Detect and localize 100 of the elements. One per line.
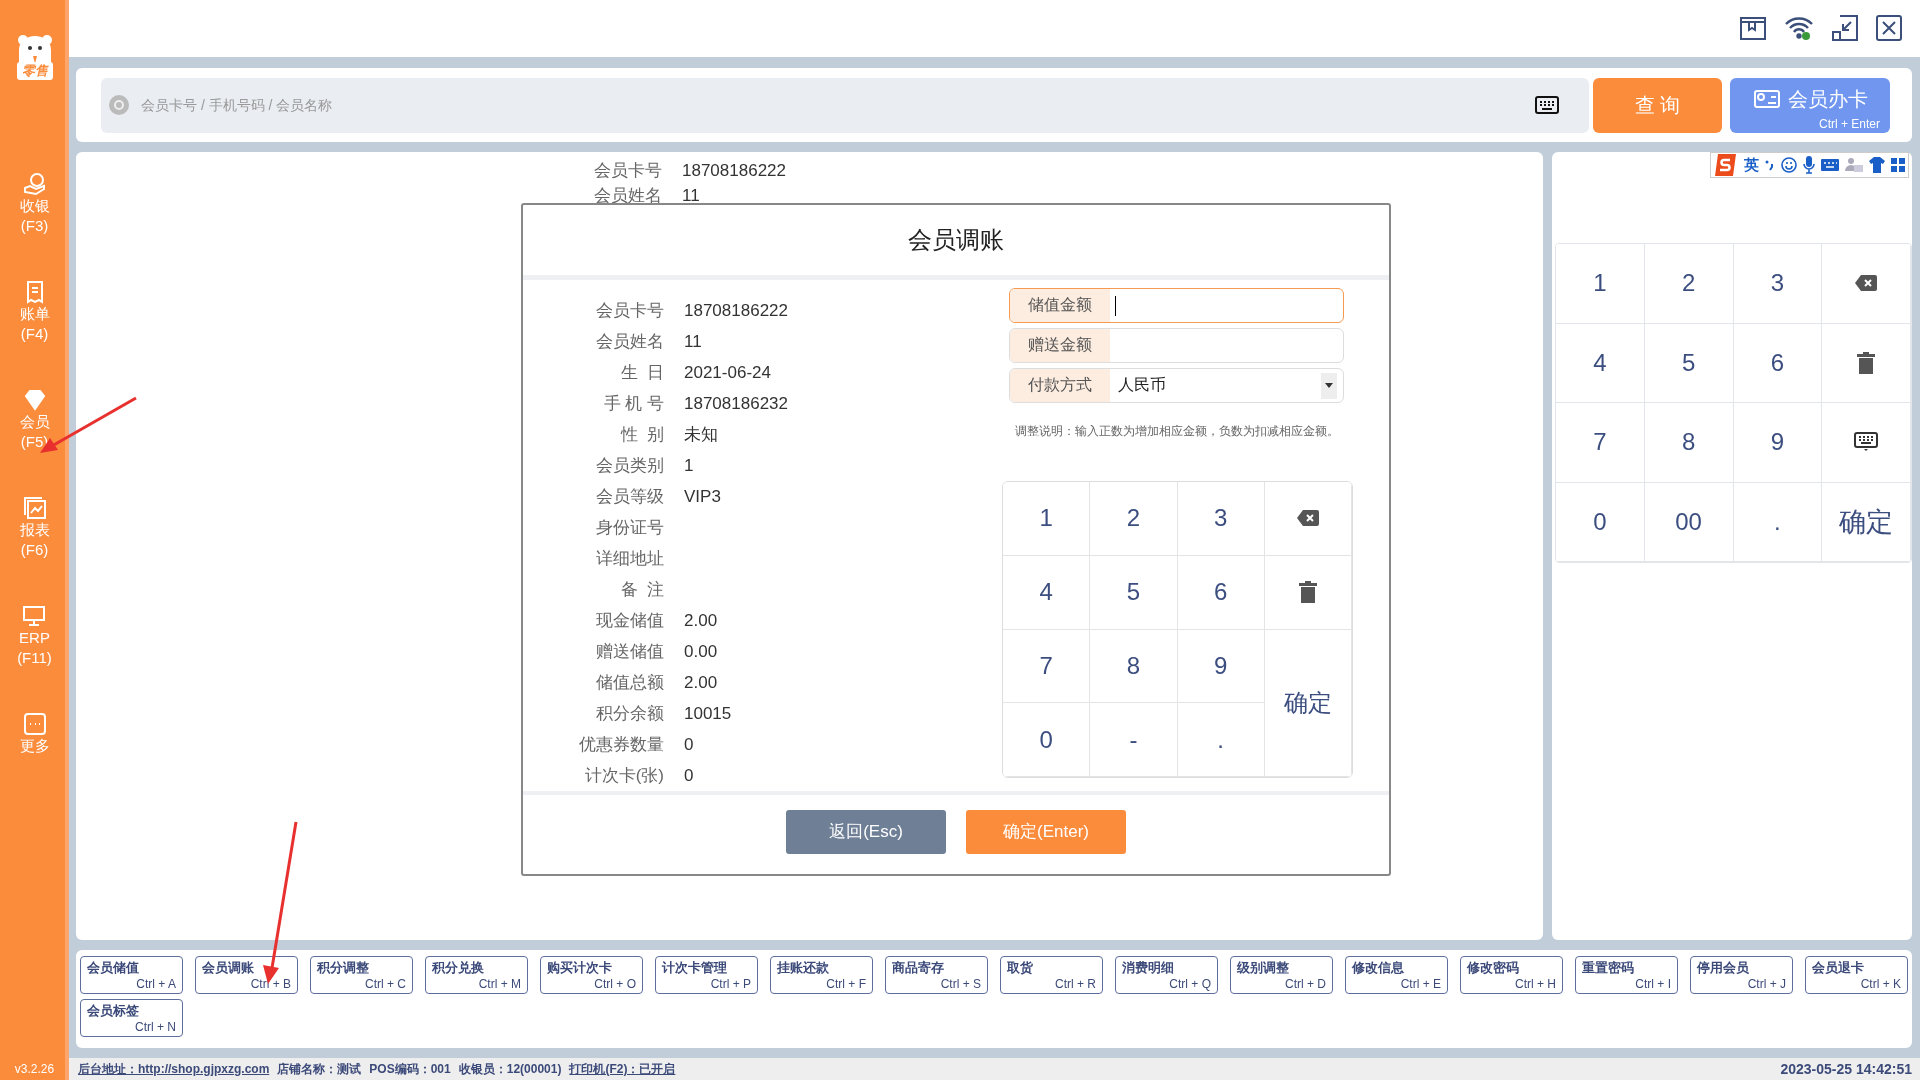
field-label: 会员姓名	[595, 331, 664, 353]
nav-label: 报表	[19, 520, 50, 540]
number-key[interactable]: 1	[1003, 482, 1091, 556]
search-bar[interactable]: 会员卡号 / 手机号码 / 会员名称	[101, 77, 1589, 133]
smiley-icon[interactable]	[1781, 157, 1797, 173]
restore-icon[interactable]	[1832, 14, 1858, 41]
field-label: 性 别	[619, 424, 664, 446]
backspace-key[interactable]	[1822, 244, 1911, 324]
gem-icon	[22, 388, 47, 412]
status-text: POS编码：001	[369, 1060, 451, 1078]
field-label: 会员类别	[595, 455, 664, 477]
punctuation-icon[interactable]	[1765, 158, 1775, 172]
keyboard-icon[interactable]	[1535, 96, 1559, 114]
grid-icon[interactable]	[1891, 158, 1905, 172]
datetime: 2023-05-25 14:42:51	[1780, 1061, 1912, 1077]
wifi-icon[interactable]	[1784, 14, 1814, 41]
ime-mode[interactable]: 英	[1744, 155, 1759, 175]
number-key[interactable]: 00	[1644, 482, 1734, 562]
number-key[interactable]: 6	[1177, 555, 1265, 630]
shortcut-button[interactable]: 消费明细 Ctrl + Q	[1115, 956, 1218, 994]
number-key[interactable]: 8	[1644, 403, 1734, 483]
backspace-key[interactable]	[1264, 482, 1352, 556]
shortcut-button[interactable]: 计次卡管理 Ctrl + P	[655, 956, 758, 994]
shirt-icon[interactable]	[1869, 157, 1885, 173]
store-icon[interactable]	[1740, 14, 1766, 41]
field-label: 生 日	[619, 362, 664, 384]
number-key[interactable]: 4	[1556, 323, 1645, 403]
number-key[interactable]: 0	[1003, 703, 1091, 777]
shortcut-button[interactable]: 取货 Ctrl + R	[1000, 956, 1103, 994]
number-key[interactable]: .	[1733, 482, 1823, 562]
shortcut-button[interactable]: 会员标签 Ctrl + N	[80, 999, 183, 1037]
keyboard-icon	[1854, 432, 1879, 453]
field-label: 身份证号	[595, 517, 664, 539]
number-key[interactable]: 6	[1733, 323, 1823, 403]
more-icon	[22, 712, 47, 736]
keyboard-key[interactable]	[1822, 403, 1911, 483]
number-key[interactable]: 8	[1090, 629, 1178, 704]
search-icon	[109, 95, 129, 115]
shortcut-button[interactable]: 商品寄存 Ctrl + S	[885, 956, 988, 994]
ime-logo-icon[interactable]	[1714, 154, 1738, 176]
number-key[interactable]: 1	[1556, 244, 1645, 324]
shortcut-button[interactable]: 级别调整 Ctrl + D	[1230, 956, 1333, 994]
trash-icon	[1857, 351, 1876, 374]
status-text: 店铺名称：测试	[277, 1060, 362, 1078]
field-value: 2021-06-24	[684, 362, 772, 384]
field-value: 1	[684, 455, 695, 477]
number-key[interactable]: 7	[1556, 403, 1645, 483]
clear-key[interactable]	[1264, 555, 1352, 630]
shortcut-button[interactable]: 重置密码 Ctrl + I	[1575, 956, 1678, 994]
field-label: 手 机 号	[602, 393, 664, 415]
shortcut-button[interactable]: 停用会员 Ctrl + J	[1690, 956, 1793, 994]
shortcut-button[interactable]: 修改信息 Ctrl + E	[1345, 956, 1448, 994]
field-value: 0	[684, 765, 695, 787]
number-key[interactable]: 2	[1644, 244, 1734, 324]
number-key[interactable]: 9	[1733, 403, 1823, 483]
field-label: 计次卡(张)	[583, 765, 664, 787]
number-key[interactable]: .	[1177, 703, 1265, 777]
shortcut-button[interactable]: 挂账还款 Ctrl + F	[770, 956, 873, 994]
nav-shortcut: (F3)	[20, 216, 49, 236]
shortcut-button[interactable]: 购买计次卡 Ctrl + O	[540, 956, 643, 994]
number-key[interactable]: 5	[1090, 555, 1178, 630]
shortcut-button[interactable]: 修改密码 Ctrl + H	[1460, 956, 1563, 994]
dialog-title: 会员调账	[523, 205, 1389, 280]
nav-label: 会员	[19, 412, 50, 432]
clear-key[interactable]	[1822, 323, 1911, 403]
cash-hand-icon	[22, 172, 47, 196]
shortcut-button[interactable]: 积分调整 Ctrl + C	[310, 956, 413, 994]
confirm-key[interactable]: 确定	[1822, 482, 1911, 562]
number-key[interactable]: 9	[1177, 629, 1265, 704]
caret-icon	[1325, 383, 1333, 388]
field-value: 18708186222	[682, 160, 787, 181]
number-key[interactable]: 4	[1003, 555, 1091, 630]
number-key[interactable]: 5	[1644, 323, 1734, 403]
payment-dropdown[interactable]: 付款方式 人民币	[1009, 368, 1344, 403]
card-icon	[1754, 89, 1780, 109]
number-key[interactable]: -	[1090, 703, 1178, 777]
status-link[interactable]: 后台地址：http://shop.gjpxzg.com	[78, 1060, 270, 1078]
number-key[interactable]: 3	[1733, 244, 1823, 324]
shortcut-button[interactable]: 积分兑换 Ctrl + M	[425, 956, 528, 994]
shortcut-button[interactable]: 会员退卡 Ctrl + K	[1805, 956, 1908, 994]
amount-field[interactable]: 赠送金额	[1009, 328, 1344, 363]
number-key[interactable]: 3	[1177, 482, 1265, 556]
number-key[interactable]: 7	[1003, 629, 1091, 704]
amount-field[interactable]: 储值金额	[1009, 288, 1344, 323]
status-link[interactable]: 打印机(F2)：已开启	[569, 1060, 676, 1078]
nav-shortcut: (F4)	[20, 324, 49, 344]
shortcut-button[interactable]: 会员储值 Ctrl + A	[80, 956, 183, 994]
close-icon[interactable]	[1876, 14, 1902, 41]
microphone-icon[interactable]	[1803, 156, 1815, 174]
number-key[interactable]: 0	[1556, 482, 1645, 562]
field-value: 10015	[684, 703, 733, 725]
trash-icon	[1298, 581, 1317, 604]
confirm-key[interactable]: 确定	[1264, 629, 1352, 777]
back-button[interactable]: 返回(Esc)	[786, 809, 946, 854]
version-label: v3.2.26	[14, 1062, 55, 1076]
nav-label: 更多	[19, 736, 50, 756]
number-key[interactable]: 2	[1090, 482, 1178, 556]
field-label: 会员卡号	[595, 300, 664, 322]
field-label: 会员等级	[595, 486, 664, 508]
search-field[interactable]: 会员卡号 / 手机号码 / 会员名称	[139, 96, 1525, 114]
